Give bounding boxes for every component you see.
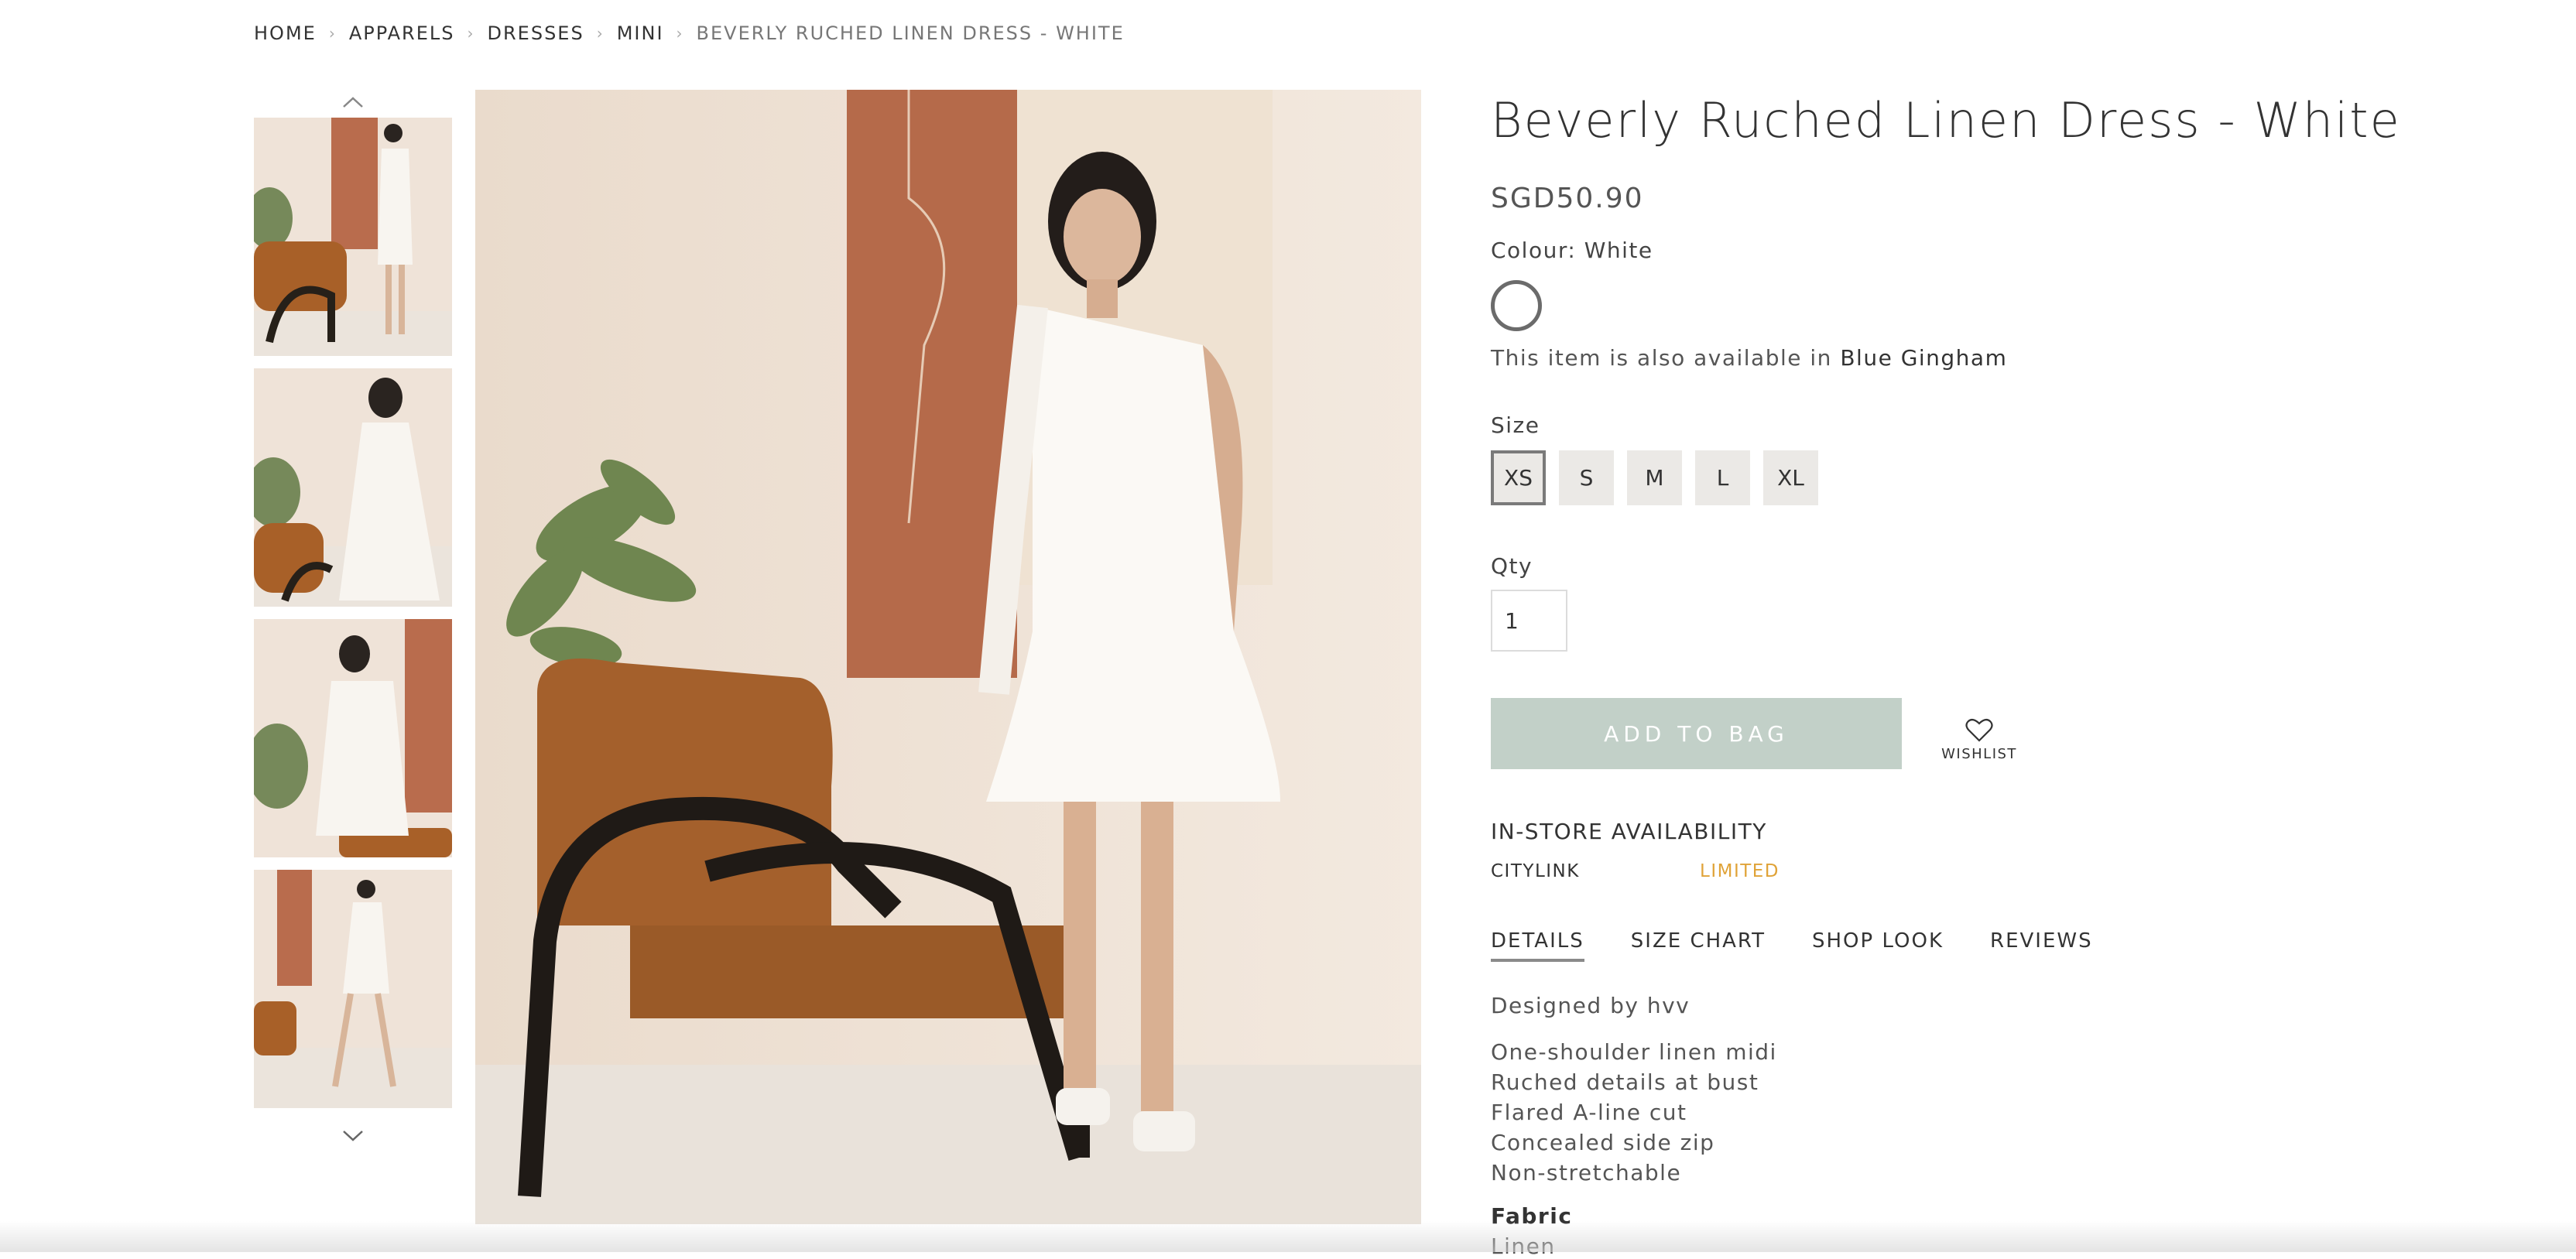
- add-to-bag-button[interactable]: ADD TO BAG: [1491, 698, 1902, 769]
- thumbnails-down-button[interactable]: [254, 1120, 452, 1151]
- thumbnail-4[interactable]: [254, 870, 452, 1108]
- thumbnail-1[interactable]: [254, 118, 452, 356]
- feature-item: One-shoulder linen midi: [1491, 1037, 2265, 1067]
- breadcrumb-current: BEVERLY RUCHED LINEN DRESS - WHITE: [697, 22, 1125, 44]
- instore-availability-title: IN-STORE AVAILABILITY: [1491, 819, 2265, 844]
- size-label: Size: [1491, 412, 2265, 438]
- product-info: Beverly Ruched Linen Dress - White SGD50…: [1491, 90, 2265, 1259]
- chevron-up-icon: [341, 95, 365, 109]
- tab-size-chart[interactable]: SIZE CHART: [1631, 929, 1766, 962]
- breadcrumb-mini[interactable]: MINI: [617, 22, 664, 44]
- size-option-m[interactable]: M: [1627, 450, 1682, 505]
- product-photo: [475, 90, 1421, 1224]
- size-option-xl[interactable]: XL: [1763, 450, 1818, 505]
- tab-shop-look[interactable]: SHOP LOOK: [1812, 929, 1944, 962]
- size-option-s[interactable]: S: [1559, 450, 1614, 505]
- breadcrumb-apparels[interactable]: APPARELS: [349, 22, 455, 44]
- feature-item: Concealed side zip: [1491, 1127, 2265, 1158]
- feature-item: Flared A-line cut: [1491, 1097, 2265, 1127]
- breadcrumb-home[interactable]: HOME: [254, 22, 317, 44]
- breadcrumb-separator: ›: [597, 24, 605, 43]
- product-tabs: DETAILS SIZE CHART SHOP LOOK REVIEWS: [1491, 929, 2265, 962]
- feature-item: Ruched details at bust: [1491, 1067, 2265, 1097]
- store-name: CITYLINK: [1491, 861, 1700, 881]
- size-option-xs[interactable]: XS: [1491, 450, 1546, 505]
- size-option-l[interactable]: L: [1695, 450, 1750, 505]
- size-selector: XS S M L XL: [1491, 450, 2265, 505]
- feature-list: One-shoulder linen midi Ruched details a…: [1491, 1037, 2265, 1188]
- breadcrumb-separator: ›: [468, 24, 475, 43]
- purchase-actions: ADD TO BAG WISHLIST: [1491, 698, 2265, 769]
- also-available-text: This item is also available in Blue Ging…: [1491, 345, 2265, 371]
- colour-swatch-white[interactable]: [1491, 280, 1542, 331]
- thumbnails-up-button[interactable]: [254, 87, 452, 118]
- also-available-prefix: This item is also available in: [1491, 345, 1832, 371]
- fabric-title: Fabric: [1491, 1203, 2265, 1229]
- breadcrumb: HOME › APPARELS › DRESSES › MINI › BEVER…: [254, 20, 1125, 46]
- qty-label: Qty: [1491, 553, 2265, 579]
- store-status: LIMITED: [1700, 861, 1780, 881]
- heart-icon: [1965, 718, 1993, 743]
- tab-reviews[interactable]: REVIEWS: [1990, 929, 2093, 962]
- wishlist-button[interactable]: WISHLIST: [1942, 698, 2016, 762]
- breadcrumb-separator: ›: [329, 24, 337, 43]
- tab-details[interactable]: DETAILS: [1491, 929, 1584, 962]
- product-title: Beverly Ruched Linen Dress - White: [1491, 90, 2265, 152]
- wishlist-label: WISHLIST: [1941, 746, 2017, 762]
- chevron-down-icon: [341, 1129, 365, 1143]
- product-price: SGD50.90: [1491, 183, 2265, 214]
- variant-link-blue-gingham[interactable]: Blue Gingham: [1840, 345, 2007, 371]
- designed-by: Designed by hvv: [1491, 993, 2265, 1018]
- feature-item: Non-stretchable: [1491, 1158, 2265, 1188]
- main-product-image[interactable]: [475, 90, 1421, 1224]
- instore-row: CITYLINK LIMITED: [1491, 861, 2265, 881]
- fabric-value: Linen: [1491, 1233, 2265, 1259]
- thumbnail-3[interactable]: [254, 619, 452, 857]
- breadcrumb-separator: ›: [677, 24, 684, 43]
- thumbnail-gallery: [254, 87, 452, 1151]
- qty-input[interactable]: [1491, 590, 1567, 652]
- colour-label: Colour: White: [1491, 238, 2265, 263]
- breadcrumb-dresses[interactable]: DRESSES: [488, 22, 584, 44]
- thumbnail-2[interactable]: [254, 368, 452, 607]
